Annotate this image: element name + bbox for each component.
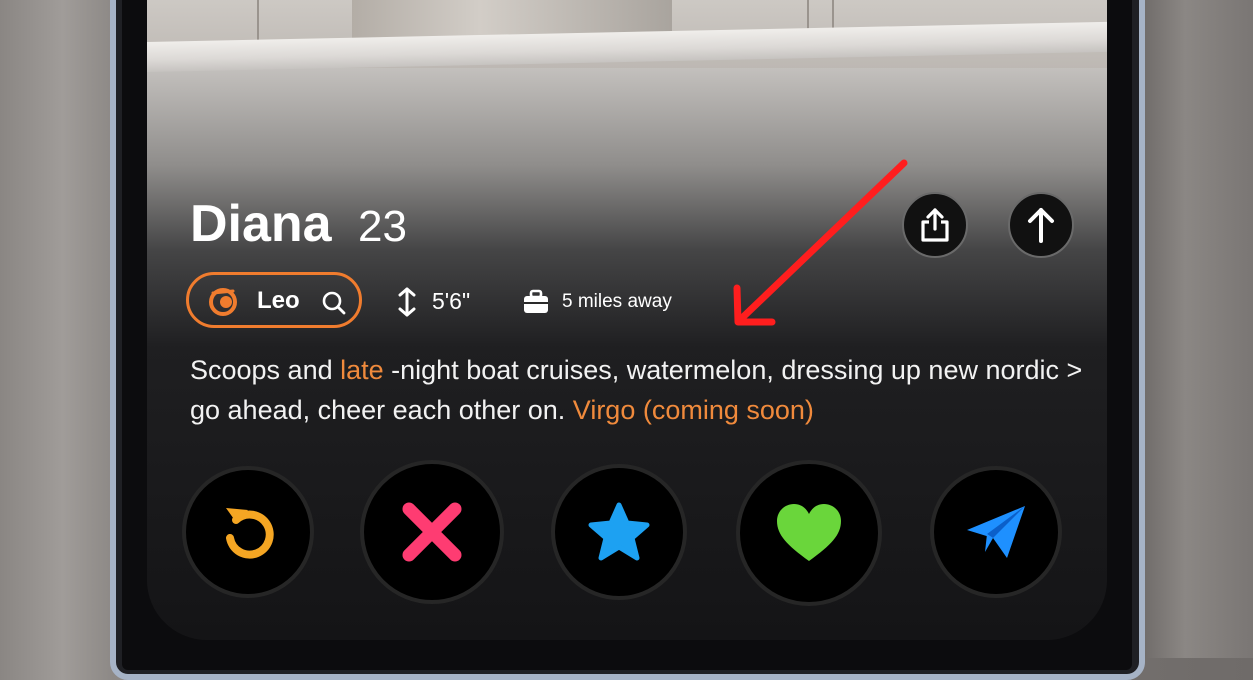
height-arrows-icon bbox=[398, 287, 416, 317]
bio-text: Scoops and bbox=[190, 355, 341, 385]
background-right bbox=[1140, 0, 1253, 658]
expand-profile-button[interactable] bbox=[1008, 192, 1074, 258]
zodiac-label: Leo bbox=[257, 287, 300, 314]
super-like-button[interactable] bbox=[551, 464, 687, 600]
nope-button[interactable] bbox=[360, 460, 504, 604]
like-button[interactable] bbox=[736, 460, 882, 606]
arrow-up-icon bbox=[1028, 208, 1054, 243]
height-label: 5'6" bbox=[432, 288, 471, 314]
profile-name: Diana bbox=[190, 195, 332, 253]
share-icon bbox=[921, 208, 949, 242]
share-button[interactable] bbox=[902, 192, 968, 258]
rewind-button[interactable] bbox=[182, 466, 314, 598]
zodiac-badge[interactable]: Leo bbox=[186, 272, 362, 328]
rewind-icon bbox=[226, 508, 274, 559]
profile-bio: Scoops and late -night boat cruises, wat… bbox=[190, 350, 1090, 430]
heart-icon bbox=[777, 504, 841, 561]
boost-button[interactable] bbox=[930, 466, 1062, 598]
star-icon bbox=[588, 502, 650, 561]
leo-zodiac-icon bbox=[209, 288, 237, 316]
bio-highlight-zodiac: Virgo (coming soon) bbox=[572, 395, 814, 425]
distance-label: 5 miles away bbox=[562, 291, 672, 312]
x-icon bbox=[402, 502, 462, 562]
search-icon bbox=[322, 291, 346, 315]
bio-highlight: late bbox=[340, 355, 384, 385]
briefcase-icon bbox=[524, 289, 548, 313]
paper-plane-icon bbox=[967, 506, 1025, 558]
profile-age: 23 bbox=[358, 202, 407, 251]
